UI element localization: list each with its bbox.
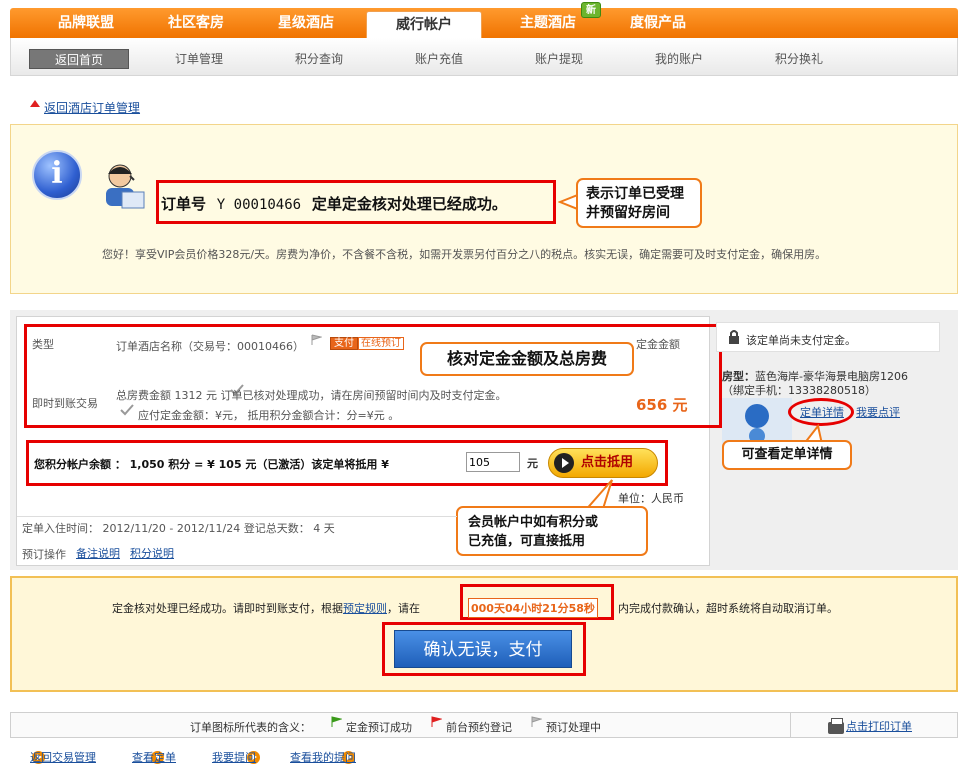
top-nav: 品牌联盟 社区客房 星级酒店 威行帐户 主题酒店 新 度假产品 bbox=[10, 2, 958, 41]
points-unit: 元 bbox=[527, 457, 538, 470]
confirm-text-mid: ，请在 bbox=[387, 602, 420, 615]
callout-points: 会员帐户中如有积分或 已充值，可直接抵用 bbox=[456, 506, 648, 556]
remarks-link[interactable]: 备注说明 bbox=[76, 545, 120, 561]
booking-rules-link[interactable]: 预定规则 bbox=[343, 602, 387, 615]
stamp-group: 支付 在线预订 bbox=[330, 334, 404, 350]
subnav-orders[interactable]: 订单管理 bbox=[149, 49, 249, 69]
legend-label: 订单图标所代表的含义： bbox=[190, 721, 311, 734]
printer-icon bbox=[828, 718, 844, 734]
online-booking-stamp: 在线预订 bbox=[358, 337, 404, 350]
new-badge: 新 bbox=[581, 2, 601, 18]
tab-star-hotels[interactable]: 星级酒店 bbox=[252, 8, 360, 38]
subnav-withdraw[interactable]: 账户提现 bbox=[509, 49, 609, 69]
confirm-pay-button[interactable]: 确认无误，支付 bbox=[394, 630, 572, 668]
customer-service-icon bbox=[106, 164, 145, 209]
print-order-link[interactable]: 点击打印订单 bbox=[846, 718, 912, 734]
vip-message: 您好！享受VIP会员价格328元/天。房费为净价，不含餐不含税，如需开发票另付百… bbox=[102, 248, 827, 261]
tab-account[interactable]: 威行帐户 bbox=[366, 11, 482, 41]
flag-green-icon bbox=[331, 716, 342, 727]
points-amount-input[interactable] bbox=[466, 452, 520, 472]
confirm-text: 定金核对处理已经成功。请即时到账支付，根据预定规则，请在 bbox=[112, 600, 420, 616]
order-label: 订单号 bbox=[161, 195, 207, 213]
room-photo bbox=[722, 398, 792, 444]
play-circle-icon bbox=[554, 453, 574, 473]
unpaid-notice: 该定单尚未支付定金。 bbox=[746, 334, 856, 347]
deposit-amount-header: 定金金额 bbox=[636, 338, 680, 351]
legend-deposit-success: 定金预订成功 bbox=[346, 721, 412, 734]
legend-divider bbox=[790, 712, 791, 738]
deposit-line: 应付定金金额：¥元， 抵用积分金额合计：分=¥元 。 bbox=[138, 409, 400, 422]
deposit-amount-value: 656 元 bbox=[636, 396, 688, 414]
lock-icon bbox=[729, 330, 739, 344]
confirm-text-after: 内完成付款确认，超时系统将自动取消订单。 bbox=[618, 602, 838, 615]
info-icon: i bbox=[32, 150, 82, 200]
subnav-home[interactable]: 返回首页 bbox=[29, 49, 129, 69]
legend-front-desk: 前台预约登记 bbox=[446, 721, 512, 734]
view-my-questions-link[interactable]: 查看我的提问 bbox=[290, 749, 356, 765]
bound-phone: （绑定手机：13338280518） bbox=[722, 384, 876, 397]
subnav-points[interactable]: 积分查询 bbox=[269, 49, 369, 69]
flag-grey-legend-icon bbox=[531, 716, 542, 727]
subnav-my-account[interactable]: 我的账户 bbox=[629, 49, 729, 69]
ops-label: 预订操作 bbox=[22, 548, 66, 561]
tab-community-rooms[interactable]: 社区客房 bbox=[142, 8, 250, 38]
flag-red-icon bbox=[431, 716, 442, 727]
review-link[interactable]: 我要点评 bbox=[856, 404, 900, 420]
check-icon-2 bbox=[120, 404, 134, 416]
callout-amount: 核对定金金额及总房费 bbox=[420, 342, 634, 376]
confirm-text-before: 定金核对处理已经成功。请即时到账支付，根据 bbox=[112, 602, 343, 615]
tab-brand-alliance[interactable]: 品牌联盟 bbox=[32, 8, 140, 38]
countdown-timer: 000天04小时21分58秒 bbox=[468, 598, 598, 618]
order-status-text: 定单定金核对处理已经成功。 bbox=[311, 195, 507, 213]
hotel-name-label: 订单酒店名称（交易号：00010466） bbox=[116, 340, 304, 353]
total-room-fee-line: 总房费金额 1312 元 订单已核对处理成功，请在房间预留时间内及时支付定金。 bbox=[116, 389, 507, 402]
points-balance-line: 您积分帐户余额 ： 1,050 积分 = ¥ 105 元（已激活）该定单将抵用 … bbox=[34, 458, 389, 471]
back-to-hotel-orders-link[interactable]: 返回酒店订单管理 bbox=[44, 99, 140, 116]
callout-order-accepted: 表示订单已受理 并预留好房间 bbox=[576, 178, 702, 228]
sub-nav: 返回首页 订单管理 积分查询 账户充值 账户提现 我的账户 积分换礼 bbox=[10, 38, 958, 76]
callout-order-detail: 可查看定单详情 bbox=[722, 440, 852, 470]
tab-vacation-products[interactable]: 度假产品 bbox=[604, 8, 712, 38]
order-number: Y 00010466 bbox=[216, 197, 302, 213]
subnav-recharge[interactable]: 账户充值 bbox=[389, 49, 489, 69]
view-orders-link[interactable]: 查看定单 bbox=[132, 749, 176, 765]
redeem-points-button[interactable]: 点击抵用 bbox=[548, 448, 658, 478]
stay-dates: 定单入住时间： 2012/11/20 - 2012/11/24 登记总天数： 4… bbox=[22, 522, 335, 535]
subnav-redeem[interactable]: 积分换礼 bbox=[749, 49, 849, 69]
arrow-up-icon bbox=[30, 100, 40, 107]
instant-transaction-label: 即时到账交易 bbox=[32, 397, 98, 410]
ask-question-link[interactable]: 我要提问 bbox=[212, 749, 256, 765]
flag-grey-icon bbox=[311, 334, 322, 345]
points-info-link[interactable]: 积分说明 bbox=[130, 545, 174, 561]
divider bbox=[17, 516, 457, 517]
back-to-trades-link[interactable]: 返回交易管理 bbox=[30, 749, 96, 765]
order-status-line: 订单号 Y 00010466 定单定金核对处理已经成功。 bbox=[161, 193, 507, 214]
type-header: 类型 bbox=[32, 338, 54, 351]
order-detail-link[interactable]: 定单详情 bbox=[800, 404, 844, 420]
legend-processing: 预订处理中 bbox=[546, 721, 601, 734]
currency-unit: 单位：人民币 bbox=[618, 492, 684, 505]
redeem-points-label: 点击抵用 bbox=[581, 455, 634, 470]
pay-stamp: 支付 bbox=[330, 337, 358, 350]
